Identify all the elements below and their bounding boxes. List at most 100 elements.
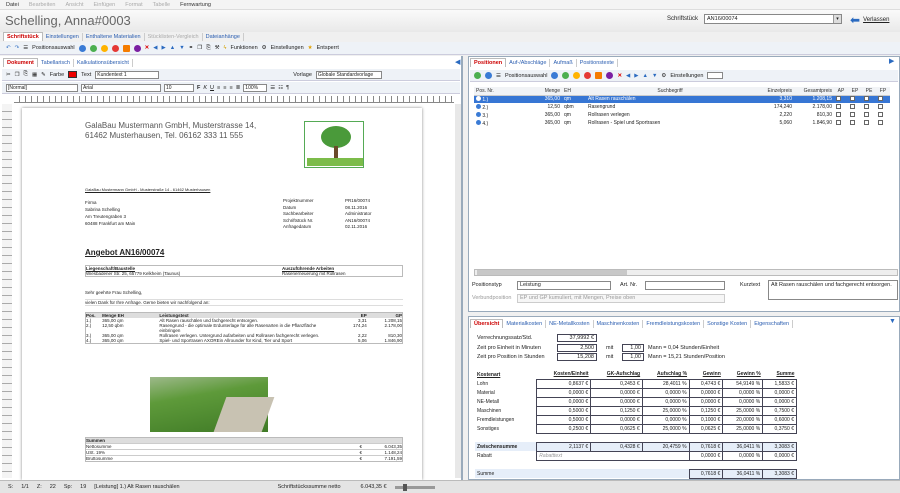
gear-icon[interactable]: ⚙ [262,45,267,51]
brush-icon[interactable]: ✎ [41,72,46,78]
paragraph-icon[interactable]: ¶ [286,85,289,91]
fp-checkbox[interactable] [878,119,883,125]
arrow-up-icon[interactable]: ▲ [643,73,648,79]
artnr-field[interactable] [645,281,725,290]
tools-icon[interactable]: ⚒ [215,45,220,51]
undo-icon[interactable]: ↶ [6,45,11,51]
ft-icon[interactable] [595,72,603,79]
style-select[interactable]: Kundentext 1 [95,70,160,79]
align-center-icon[interactable]: ≡ [223,85,226,91]
positionstyp-field[interactable]: Leistung [517,281,611,290]
unlock-status[interactable]: Entsperrt [317,45,339,51]
fp-checkbox[interactable] [878,95,883,101]
table-row[interactable]: 1.) 365,00 qm Alt Rasen rauschälen 3,310 1.20… [474,95,890,103]
menu-bearbeiten[interactable]: Bearbeiten [29,2,56,8]
ft-icon[interactable] [122,44,130,52]
table-row[interactable]: 2.) 12,50 qbm Rasengrund 174,240 2.178,00 [474,103,890,111]
green-circle-icon[interactable] [89,44,97,52]
tab-materialien[interactable]: Enthaltene Materialien [83,33,145,41]
numbered-list-icon[interactable]: ☷ [278,85,283,91]
ap-checkbox[interactable] [836,119,841,125]
fp-checkbox[interactable] [878,111,883,117]
tab-positionen[interactable]: Positionen [470,58,507,67]
copy-icon[interactable]: ❐ [197,45,202,51]
arrow-left-icon[interactable]: ◀ [626,73,630,79]
green-circle-icon[interactable] [562,72,570,79]
tab-materialkosten[interactable]: Materialkosten [503,320,547,328]
arrow-down-icon[interactable]: ▼ [652,73,657,79]
position-list-icon[interactable]: ☰ [23,45,28,51]
tab-tabellarisch[interactable]: Tabellarisch [38,59,74,67]
purple-circle-icon[interactable] [606,72,614,79]
arrow-right-icon[interactable]: ▶ [634,73,638,79]
underline-button[interactable]: U [210,85,214,91]
zpp-mann-field[interactable]: 1,00 [622,353,644,361]
paste-doc-icon[interactable]: ⎘ [24,71,28,78]
arrow-right-icon[interactable]: ▶ [162,45,166,51]
doc-scrollbar[interactable] [455,104,461,478]
expand-down-icon[interactable]: ▼ [889,318,896,325]
add-icon[interactable] [474,72,481,79]
tab-einstellungen[interactable]: Einstellungen [43,33,83,41]
color-picker[interactable] [68,71,78,78]
verbundposition-field[interactable]: EP und GP kumuliert, mit Mengen, Preise … [517,294,725,303]
doc-select[interactable]: AN16/00074 ▾ [704,14,842,24]
zoom-slider[interactable] [394,483,435,491]
zoom-slider-handle[interactable] [402,483,407,491]
copy-doc-icon[interactable]: ❐ [15,72,20,78]
paragraph-select[interactable]: [Normal] [6,83,78,92]
zoom-select[interactable]: 100% [243,83,268,92]
horizontal-scrollbar[interactable] [474,269,898,276]
collapse-left-icon[interactable]: ◀ [455,58,460,66]
align-right-icon[interactable]: ≡ [229,85,232,91]
tab-stuecklisten[interactable]: Stücklisten-Vergleich [145,33,203,41]
menu-format[interactable]: Format [125,2,142,8]
tab-uebersicht[interactable]: Übersicht [470,319,504,328]
delete-icon[interactable]: ✕ [617,73,622,79]
ep-checkbox[interactable] [850,95,855,101]
ap-checkbox[interactable] [836,111,841,117]
align-left-icon[interactable]: ≡ [217,85,220,91]
ap-checkbox[interactable] [836,103,841,109]
binoculars-icon[interactable]: ⚭ [189,45,194,51]
table-row[interactable]: 3.) 365,00 qm Rollrasen verlegen 2,220 810,30 [474,111,890,119]
tab-positionstexte[interactable]: Positionstexte [577,59,618,67]
funktionen-button[interactable]: Funktionen [230,45,257,51]
tab-dokument[interactable]: Dokument [3,58,38,67]
pe-checkbox[interactable] [864,95,869,101]
leave-button[interactable]: ⬅ Verlassen [850,13,889,27]
tab-aufabschlaege[interactable]: Auf-/Abschläge [506,59,551,67]
scroll-thumb[interactable] [477,270,627,275]
ep-checkbox[interactable] [850,111,855,117]
pe-checkbox[interactable] [864,111,869,117]
rabatt-text-field[interactable]: Rabatttext [536,450,690,461]
justify-icon[interactable]: ≣ [236,85,241,91]
gear-icon[interactable]: ⚙ [661,73,666,79]
lightning-icon[interactable]: ϟ [224,45,227,51]
globe-icon[interactable] [78,44,86,52]
tab-fremdleistungskosten[interactable]: Fremdleistungskosten [643,320,705,328]
zpp-field[interactable]: 15,208 [557,353,597,361]
zpe-field[interactable]: 2,500 [557,344,597,352]
red-circle-icon[interactable] [111,44,119,52]
table-icon[interactable]: ▦ [32,72,37,78]
redo-icon[interactable]: ↷ [15,45,20,51]
cut-icon[interactable]: ✂ [6,72,11,78]
tab-aufmass[interactable]: Aufmaß [550,59,577,67]
paste-icon[interactable]: ⎘ [206,45,210,52]
red-circle-icon[interactable] [584,72,592,79]
tab-eigenschaften[interactable]: Eigenschaften [751,320,794,328]
zpe-mann-field[interactable]: 1,00 [622,344,644,352]
tab-ne-metallkosten[interactable]: NE-Metallkosten [546,320,594,328]
bullet-list-icon[interactable]: ☰ [270,85,275,91]
pe-checkbox[interactable] [864,103,869,109]
vorlage-select[interactable]: Globale Standardvorlage [315,70,382,79]
tab-sonstige-kosten[interactable]: Sonstige Kosten [704,320,752,328]
tab-dateianhaenge[interactable]: Dateianhänge [203,33,244,41]
menu-ansicht[interactable]: Ansicht [65,2,83,8]
arrow-left-icon[interactable]: ◀ [153,45,157,51]
yellow-circle-icon[interactable] [100,44,108,52]
tab-kalkulation[interactable]: Kalkulationsübersicht [74,59,133,67]
arrow-down-icon[interactable]: ▼ [179,45,184,51]
menu-einfuegen[interactable]: Einfügen [94,2,116,8]
